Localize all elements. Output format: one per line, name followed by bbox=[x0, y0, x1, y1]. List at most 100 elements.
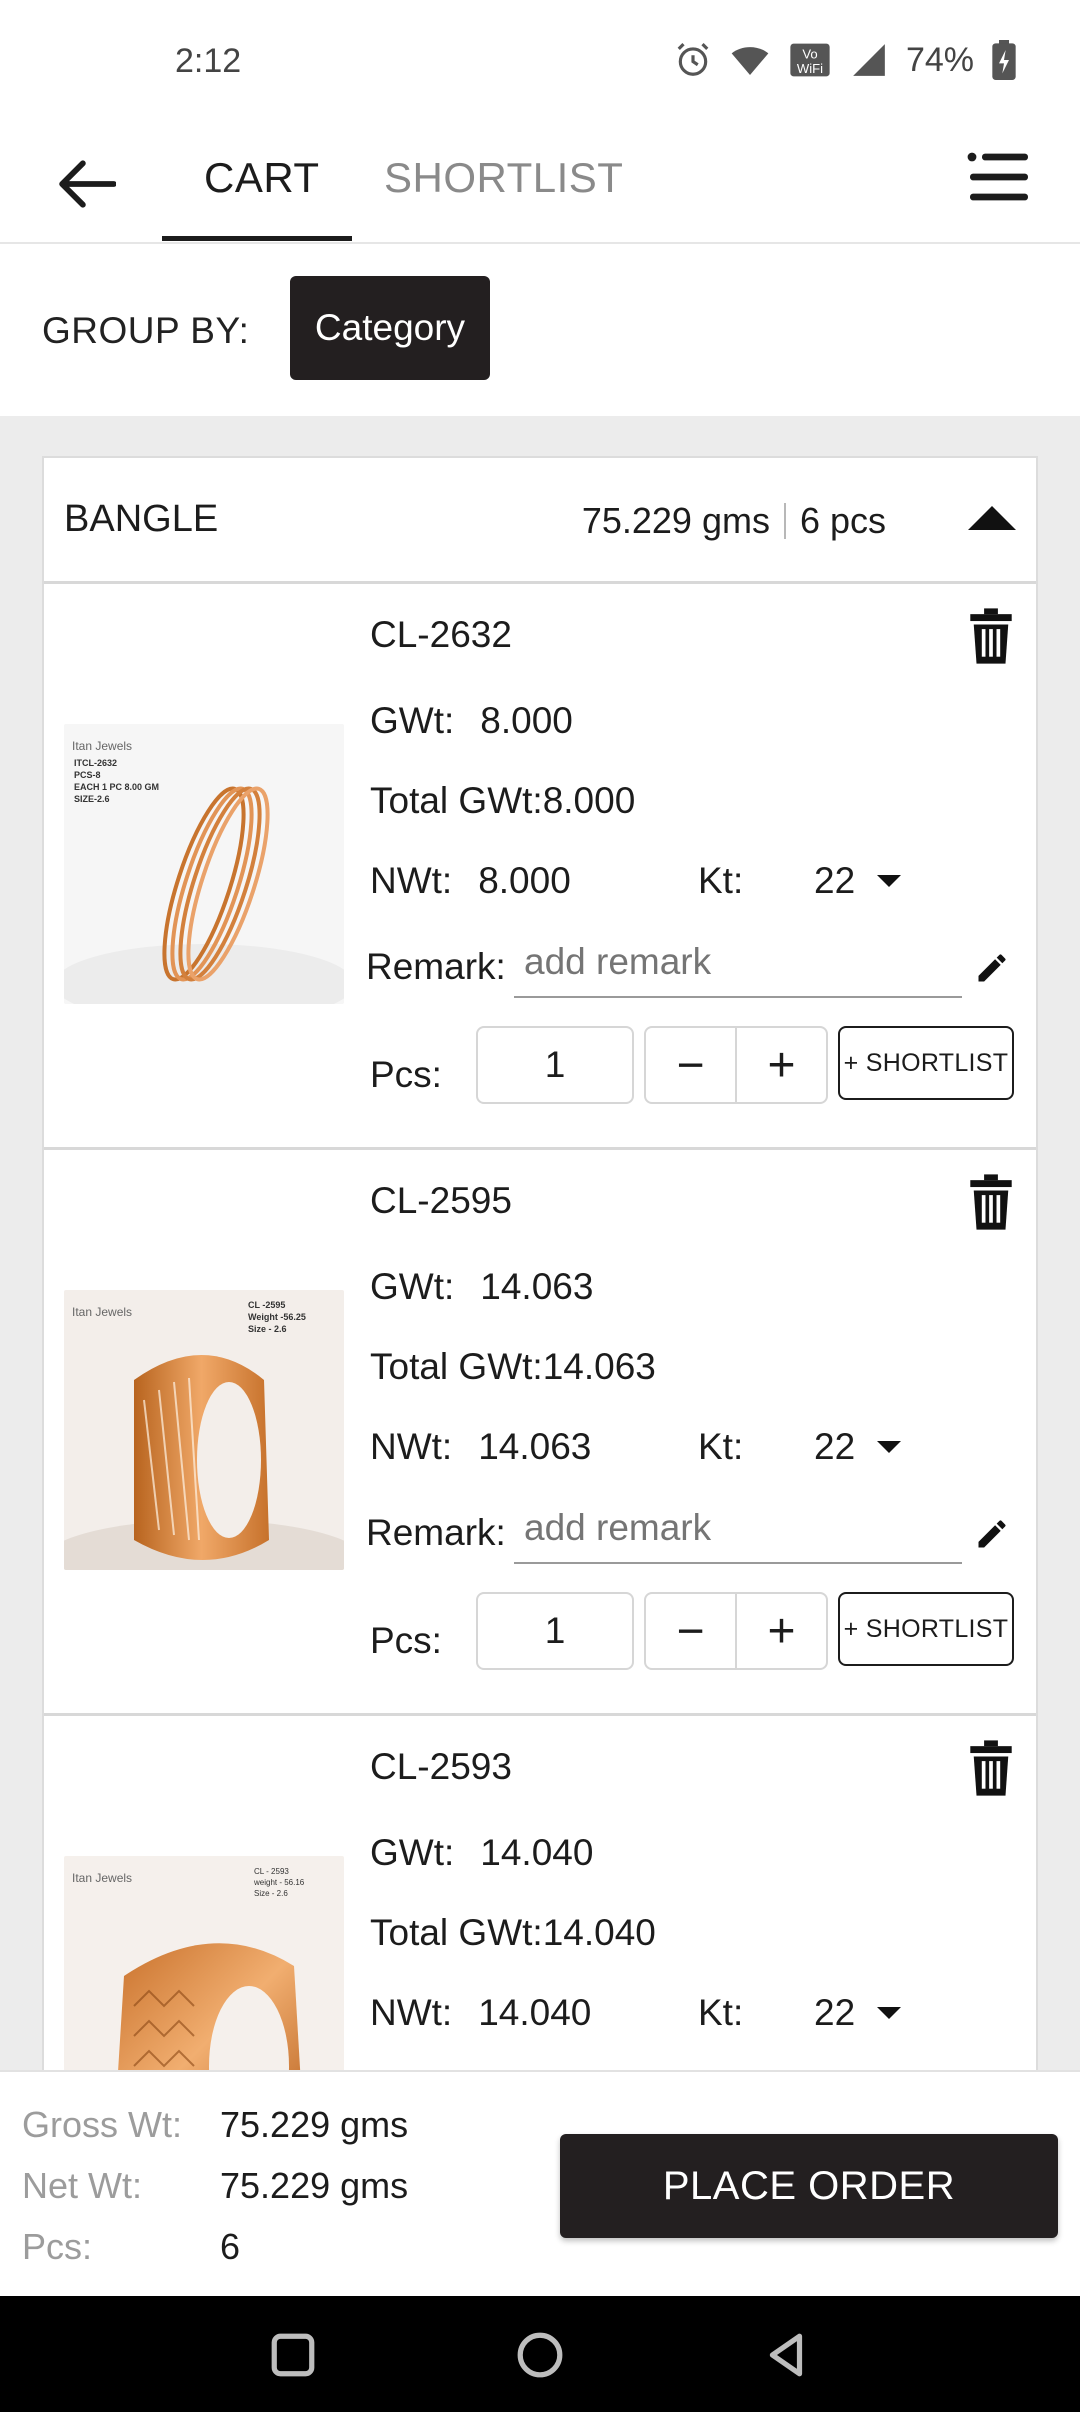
svg-text:Vo: Vo bbox=[802, 46, 817, 61]
pcs-label: Pcs: bbox=[370, 1620, 442, 1661]
nwt-value: 14.063 bbox=[478, 1426, 592, 1467]
remark-input[interactable] bbox=[514, 2060, 962, 2070]
status-time: 2:12 bbox=[175, 42, 242, 80]
nwt-value: 8.000 bbox=[478, 860, 571, 901]
arrow-left-icon bbox=[59, 160, 116, 208]
nwt-label: NWt: bbox=[370, 1992, 453, 2033]
bangle-image-2: Itan Jewels CL -2595 Weight -56.25 Size … bbox=[64, 1290, 344, 1570]
total-gwt-label: Total GWt: bbox=[370, 780, 543, 821]
trash-icon bbox=[970, 1174, 1012, 1230]
tab-cart[interactable]: CART bbox=[204, 154, 320, 202]
increment-button[interactable]: + bbox=[737, 1028, 826, 1102]
pcs-quantity-field[interactable]: 1 bbox=[476, 1592, 634, 1670]
cart-item: Itan Jewels ITCL-2632 PCS-8 EACH 1 PC 8.… bbox=[44, 584, 1036, 1150]
gwt-label: GWt: bbox=[370, 700, 455, 741]
group-by-label: GROUP BY: bbox=[42, 310, 250, 351]
pencil-icon bbox=[978, 1520, 1006, 1548]
total-gross-weight-row: Total GWt: 14.063 bbox=[370, 1346, 656, 1388]
tab-shortlist[interactable]: SHORTLIST bbox=[384, 154, 623, 202]
net-weight-summary: Net Wt: 75.229 gms bbox=[22, 2165, 408, 2207]
increment-button[interactable]: + bbox=[737, 1594, 826, 1668]
add-to-shortlist-button[interactable]: + SHORTLIST bbox=[838, 1592, 1014, 1666]
net-wt-label: Net Wt: bbox=[22, 2165, 143, 2206]
bangle-image-3: Itan Jewels CL - 2593 weight - 56.16 Siz… bbox=[64, 1856, 344, 2070]
home-circle-icon bbox=[517, 2332, 563, 2378]
decrement-button[interactable]: − bbox=[646, 1594, 737, 1668]
back-nav-button[interactable] bbox=[762, 2330, 812, 2380]
gwt-label: GWt: bbox=[370, 1266, 455, 1307]
collapse-triangle-icon[interactable] bbox=[968, 506, 1016, 530]
remark-input[interactable] bbox=[514, 1494, 962, 1564]
cart-item: Itan Jewels CL -2595 Weight -56.25 Size … bbox=[44, 1150, 1036, 1716]
nwt-value: 14.040 bbox=[478, 1992, 592, 2033]
category-header[interactable]: BANGLE 75.229 gms 6 pcs bbox=[44, 458, 1036, 584]
pcs-summary-value: 6 bbox=[220, 2226, 241, 2267]
signal-icon bbox=[853, 44, 885, 76]
total-gross-weight-row: Total GWt: 14.040 bbox=[370, 1912, 656, 1954]
delete-button[interactable] bbox=[968, 1174, 1014, 1230]
active-tab-indicator bbox=[162, 236, 352, 241]
recents-square-icon bbox=[271, 2333, 315, 2377]
total-gwt-label: Total GWt: bbox=[370, 1912, 543, 1953]
wifi-icon bbox=[731, 47, 769, 75]
menu-button[interactable] bbox=[966, 150, 1036, 214]
gwt-value: 14.063 bbox=[480, 1266, 594, 1307]
gross-weight-row: GWt: 14.063 bbox=[370, 1266, 593, 1308]
image-text-line: EACH 1 PC 8.00 GM bbox=[74, 782, 159, 792]
product-image: Itan Jewels CL -2595 Weight -56.25 Size … bbox=[64, 1290, 344, 1570]
total-gwt-value: 14.063 bbox=[542, 1346, 656, 1387]
total-gwt-label: Total GWt: bbox=[370, 1346, 543, 1387]
total-gwt-value: 14.040 bbox=[542, 1912, 656, 1953]
caret-down-icon bbox=[877, 875, 902, 887]
product-image: Itan Jewels ITCL-2632 PCS-8 EACH 1 PC 8.… bbox=[64, 724, 344, 1004]
item-code: CL-2593 bbox=[370, 1746, 512, 1787]
cart-item: Itan Jewels CL - 2593 weight - 56.16 Siz… bbox=[44, 1716, 1036, 2070]
karat-select[interactable]: 22 bbox=[814, 860, 902, 902]
pcs-summary: Pcs: 6 bbox=[22, 2226, 240, 2268]
edit-remark-button[interactable] bbox=[974, 1516, 1010, 1552]
item-code: CL-2595 bbox=[370, 1180, 512, 1221]
add-to-shortlist-button[interactable]: + SHORTLIST bbox=[838, 1026, 1014, 1100]
list-menu-icon bbox=[967, 152, 1028, 201]
decrement-button[interactable]: − bbox=[646, 1028, 737, 1102]
group-by-category-chip[interactable]: Category bbox=[290, 276, 490, 380]
karat-value: 22 bbox=[814, 1426, 856, 1467]
cart-list[interactable]: BANGLE 75.229 gms 6 pcs Itan Jewels ITCL… bbox=[0, 416, 1080, 2070]
recents-button[interactable] bbox=[268, 2330, 318, 2380]
pcs-quantity-field[interactable]: 1 bbox=[476, 1026, 634, 1104]
quantity-stepper: − + bbox=[644, 1026, 828, 1104]
pcs-summary-label: Pcs: bbox=[22, 2226, 93, 2267]
karat-select[interactable]: 22 bbox=[814, 1426, 902, 1468]
status-bar: 2:12 Vo WiFi 74% bbox=[0, 0, 1080, 124]
gwt-value: 14.040 bbox=[480, 1832, 594, 1873]
group-by-bar: GROUP BY: Category bbox=[0, 246, 1080, 416]
delete-button[interactable] bbox=[968, 1740, 1014, 1796]
item-code: CL-2632 bbox=[370, 614, 512, 655]
karat-value: 22 bbox=[814, 860, 856, 901]
karat-select[interactable]: 22 bbox=[814, 1992, 902, 2034]
quantity-stepper: − + bbox=[644, 1592, 828, 1670]
edit-remark-button[interactable] bbox=[974, 950, 1010, 986]
category-title: BANGLE bbox=[64, 498, 219, 540]
home-button[interactable] bbox=[515, 2330, 565, 2380]
gwt-value: 8.000 bbox=[480, 700, 573, 741]
alarm-icon bbox=[677, 43, 709, 76]
net-weight-row: NWt: 8.000 bbox=[370, 860, 571, 902]
back-button[interactable] bbox=[52, 152, 122, 216]
remark-label: Remark: bbox=[366, 1512, 506, 1553]
place-order-button[interactable]: PLACE ORDER bbox=[560, 2134, 1058, 2238]
image-text-line: Size - 2.6 bbox=[254, 1889, 288, 1898]
nwt-label: NWt: bbox=[370, 860, 453, 901]
pencil-icon bbox=[978, 954, 1006, 982]
top-bar: CART SHORTLIST bbox=[0, 124, 1080, 244]
image-brand: Itan Jewels bbox=[72, 1305, 132, 1319]
vowifi-icon: Vo WiFi bbox=[790, 43, 830, 77]
delete-button[interactable] bbox=[968, 608, 1014, 664]
net-weight-row: NWt: 14.040 bbox=[370, 1992, 591, 2034]
caret-down-icon bbox=[877, 2007, 902, 2019]
system-nav-bar bbox=[0, 2296, 1080, 2412]
trash-icon bbox=[970, 1740, 1012, 1796]
remark-input[interactable] bbox=[514, 928, 962, 998]
gross-wt-label: Gross Wt: bbox=[22, 2104, 182, 2145]
gross-weight-row: GWt: 8.000 bbox=[370, 700, 573, 742]
